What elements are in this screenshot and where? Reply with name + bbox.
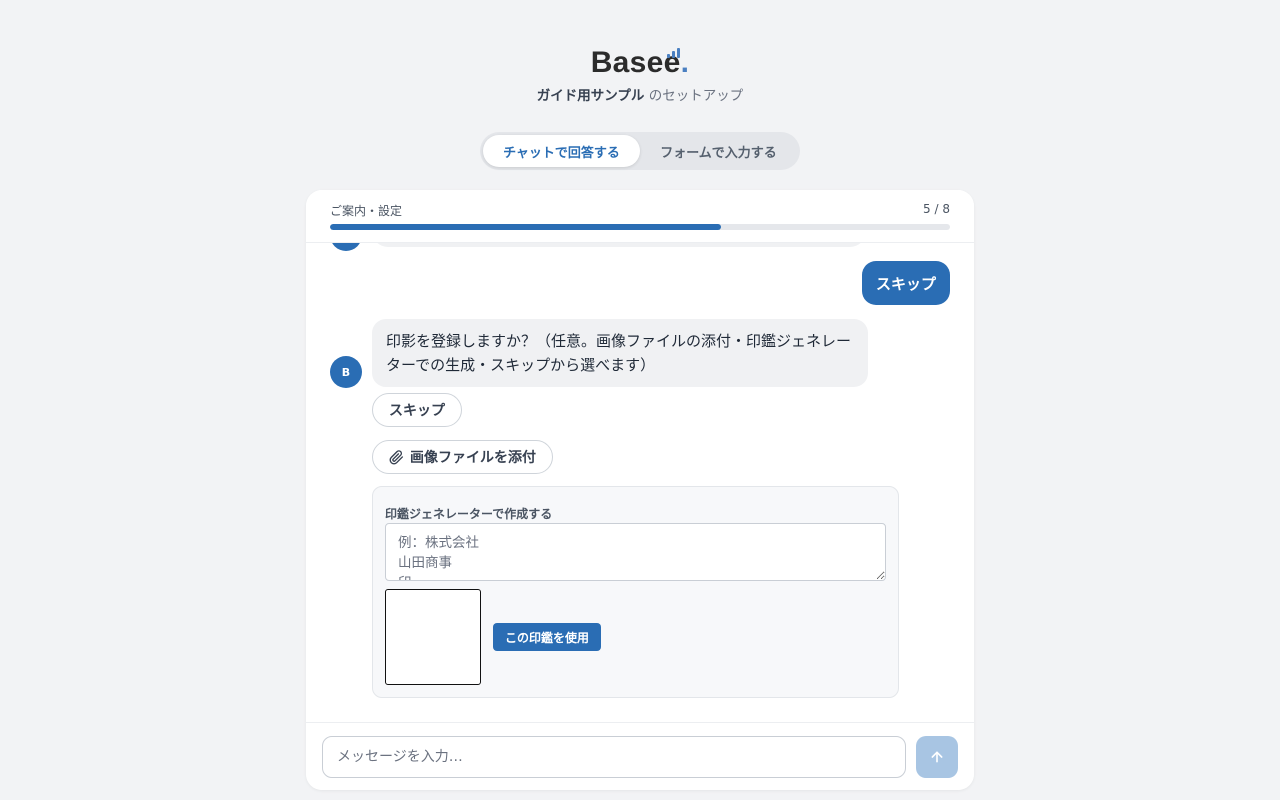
bot-avatar: B	[330, 356, 362, 388]
previous-bot-avatar	[330, 243, 362, 251]
user-message-bubble: スキップ	[861, 261, 950, 305]
org-name: ガイド用サンプル	[536, 88, 645, 104]
attach-image-button[interactable]: 画像ファイルを添付	[372, 440, 553, 474]
skip-button[interactable]: スキップ	[372, 393, 462, 427]
progress-counter: 5 / 8	[923, 202, 950, 216]
setup-subtitle: ガイド用サンプル のセットアップ	[0, 86, 1280, 106]
brand-header: Basee. ガイド用サンプル のセットアップ	[0, 44, 1280, 106]
tab-form-mode[interactable]: フォームで入力する	[640, 135, 797, 167]
message-input[interactable]	[322, 736, 906, 778]
mode-toggle: チャットで回答する フォームで入力する	[480, 132, 800, 170]
previous-bot-message	[372, 243, 866, 247]
message-composer	[306, 722, 974, 790]
basee-logo: Basee.	[591, 44, 690, 82]
seal-generator-title: 印鑑ジェネレーターで作成する	[385, 507, 553, 521]
progress-bar-fill	[330, 224, 721, 230]
progress-header: ご案内・設定 5 / 8	[306, 190, 974, 243]
logo-bars-icon	[667, 48, 683, 58]
bot-message-bubble: 印影を登録しますか？（任意。画像ファイルの添付・印鑑ジェネレーターでの生成・スキ…	[372, 319, 868, 387]
paperclip-icon	[389, 449, 404, 464]
seal-generator-panel: 印鑑ジェネレーターで作成する この印鑑を使用	[372, 486, 899, 698]
arrow-up-icon	[931, 751, 943, 763]
subtitle-suffix: のセットアップ	[644, 88, 744, 104]
chat-card: ご案内・設定 5 / 8 スキップ B 印影を登録しますか？（任意。画像ファイル…	[306, 190, 974, 790]
seal-text-input[interactable]	[385, 523, 886, 581]
seal-preview	[385, 589, 481, 685]
progress-section-label: ご案内・設定	[330, 204, 403, 218]
attach-image-label: 画像ファイルを添付	[410, 450, 536, 466]
use-seal-button[interactable]: この印鑑を使用	[493, 623, 602, 651]
send-button[interactable]	[916, 736, 958, 778]
chat-thread[interactable]: スキップ B 印影を登録しますか？（任意。画像ファイルの添付・印鑑ジェネレーター…	[306, 243, 974, 722]
tab-chat-mode[interactable]: チャットで回答する	[483, 135, 640, 167]
progress-bar	[330, 224, 950, 230]
